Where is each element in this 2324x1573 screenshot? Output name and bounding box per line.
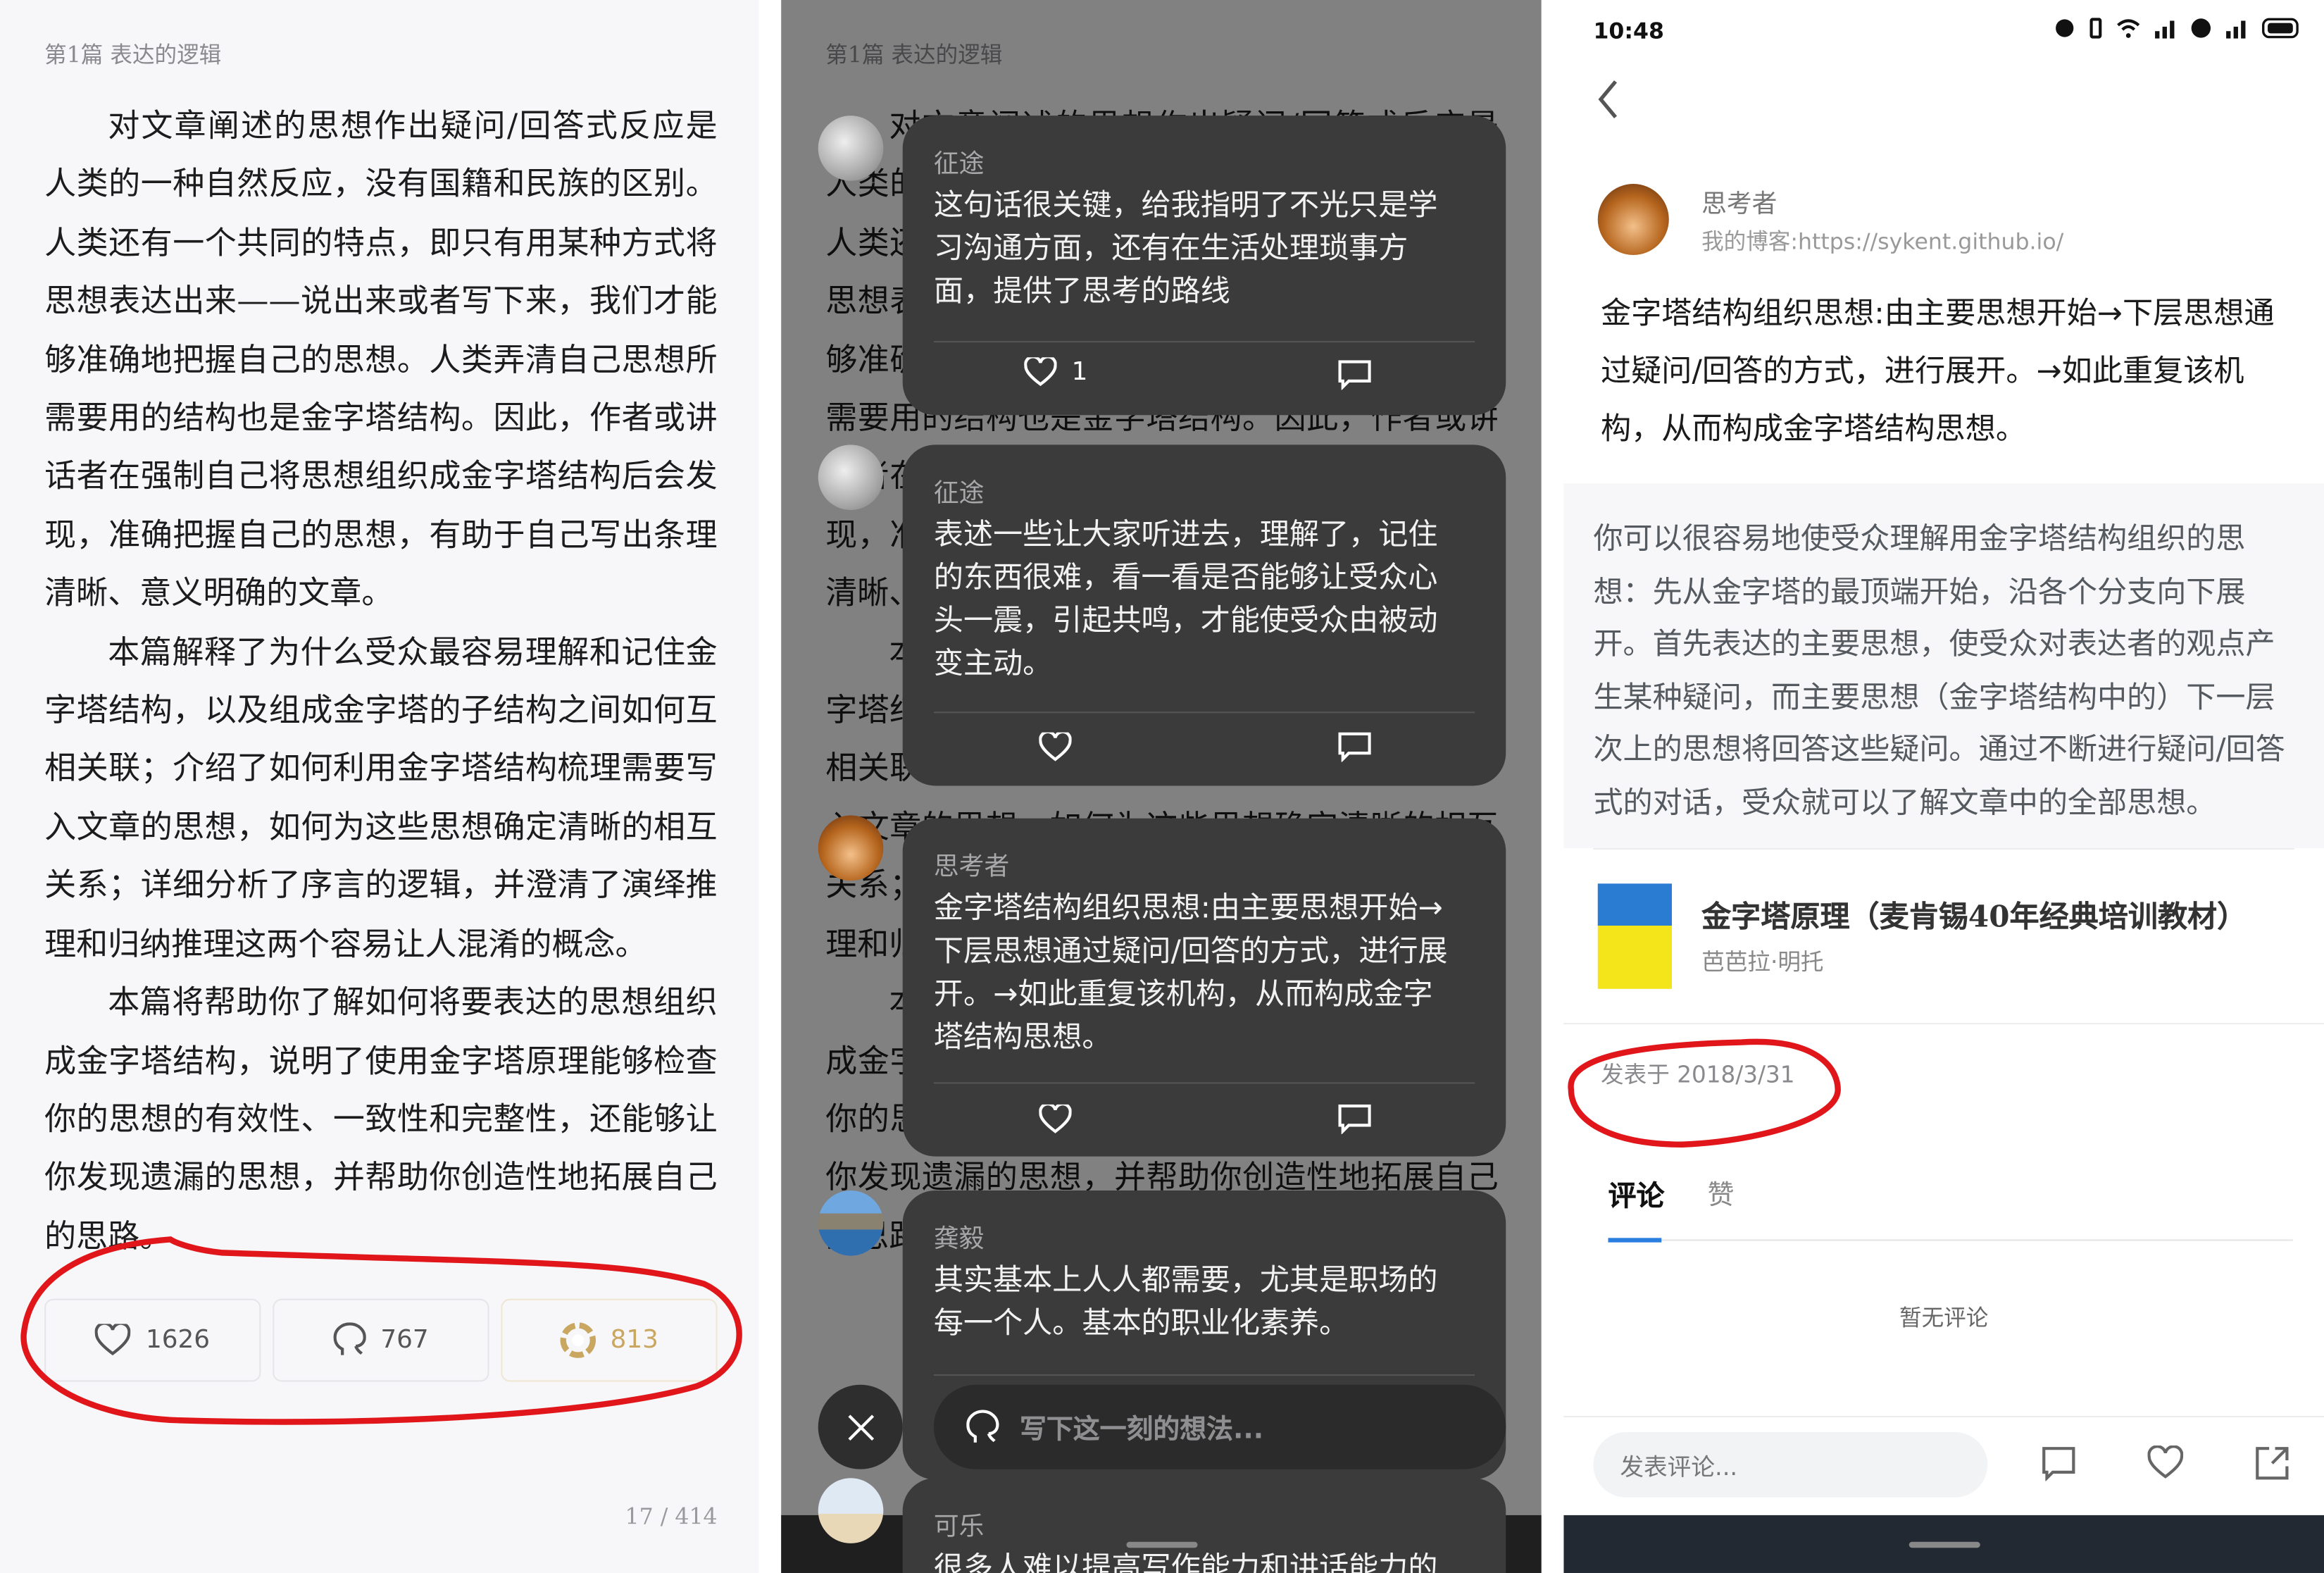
divider xyxy=(1593,847,2294,850)
action-bar: 1626 767 813 xyxy=(44,1298,718,1382)
share-button[interactable]: 813 xyxy=(501,1298,718,1382)
comment-icon[interactable] xyxy=(1338,732,1371,762)
avatar[interactable] xyxy=(818,815,884,881)
quote-text: 你可以很容易地使受众理解用金字塔结构组织的思想：先从金字塔的最顶端开始，沿各个分… xyxy=(1593,520,2285,819)
gesture-area xyxy=(781,1515,1542,1573)
avatar[interactable] xyxy=(818,444,884,510)
thought-input-placeholder: 写下这一刻的想法... xyxy=(1019,1413,1264,1445)
close-icon xyxy=(847,1414,874,1441)
quoted-passage[interactable]: 你可以很容易地使受众理解用金字塔结构组织的思想：先从金字塔的最顶端开始，沿各个分… xyxy=(1563,483,2324,848)
comment-count: 767 xyxy=(380,1325,429,1355)
heart-icon[interactable] xyxy=(2147,1445,2184,1481)
share-count: 813 xyxy=(610,1325,658,1355)
close-button[interactable] xyxy=(818,1384,903,1469)
user-name[interactable]: 龚毅 xyxy=(934,1217,985,1254)
divider xyxy=(933,1374,1475,1376)
active-tab-indicator xyxy=(1608,1238,1662,1243)
share-icon[interactable] xyxy=(2254,1445,2290,1481)
home-handle[interactable] xyxy=(1125,1541,1197,1548)
thought-bubble-icon xyxy=(333,1322,366,1355)
heart-icon[interactable] xyxy=(1039,1104,1072,1134)
navigation-bar xyxy=(1563,1515,2324,1573)
author-blog: 我的博客:https://sykent.github.io/ xyxy=(1701,228,2064,255)
thought-bubble-icon xyxy=(966,1409,999,1442)
thought-text: 其实基本上人人都需要，尤其是职场的每一个人。基本的职业化素养。 xyxy=(933,1262,1438,1341)
thought-card: 思考者 金字塔结构组织思想:由主要思想开始→下层思想通过疑问/回答的方式，进行展… xyxy=(902,818,1506,1157)
thought-card: 征途 表述一些让大家听进去，理解了，记住的东西很难，看一看是否能够让受众心头一震… xyxy=(902,444,1506,786)
book-title[interactable]: 金字塔原理（麦肯锡40年经典培训教材） xyxy=(1701,893,2247,935)
heart-icon xyxy=(95,1324,131,1356)
page-indicator: 17 / 414 xyxy=(625,1503,718,1530)
thoughts-panel: 第1篇 表达的逻辑 对文章阐述的思想作出疑问/回答式反应是人类的一种自然反应，没… xyxy=(781,0,1542,1573)
book-author: 芭芭拉·明托 xyxy=(1701,948,1824,976)
aperture-icon xyxy=(560,1322,596,1358)
like-count: 1626 xyxy=(146,1325,211,1355)
avatar[interactable] xyxy=(818,116,884,181)
paragraph[interactable]: 对文章阐述的思想作出疑问/回答式反应是人类的一种自然反应，没有国籍和民族的区别。… xyxy=(44,98,717,623)
empty-comments: 暂无评论 xyxy=(1899,1305,1989,1331)
article-text: 对文章阐述的思想作出疑问/回答式反应是人类的一种自然反应，没有国籍和民族的区别。… xyxy=(44,98,717,1267)
4g-signal-icon xyxy=(2155,20,2175,39)
tab-likes[interactable]: 赞 xyxy=(1707,1174,1734,1213)
wifi-icon xyxy=(2117,19,2140,38)
reader-panel: 第1篇 表达的逻辑 对文章阐述的思想作出疑问/回答式反应是人类的一种自然反应，没… xyxy=(0,0,759,1573)
comment-input[interactable]: 发表评论... xyxy=(1593,1432,1988,1498)
chapter-title: 第1篇 表达的逻辑 xyxy=(44,41,222,68)
thought-text: 这句话很关键，给我指明了不光只是学习沟通方面，还有在生活处理琐事方面，提供了思考… xyxy=(933,187,1438,309)
avatar[interactable] xyxy=(818,1190,884,1256)
comment-icon[interactable] xyxy=(2041,1445,2077,1481)
comment-icon[interactable] xyxy=(1338,360,1371,390)
divider xyxy=(1563,1415,2324,1417)
tab-comments[interactable]: 评论 xyxy=(1608,1174,1664,1214)
alarm-icon xyxy=(2056,19,2074,37)
user-name[interactable]: 征途 xyxy=(934,142,985,180)
battery-icon xyxy=(2262,18,2299,39)
thought-detail-panel: 10:48 思考者 我的博客:https://sykent.github.io/… xyxy=(1563,0,2324,1573)
thought-card: 征途 这句话很关键，给我指明了不光只是学习沟通方面，还有在生活处理琐事方面，提供… xyxy=(902,116,1506,416)
vibrate-icon xyxy=(2089,18,2102,39)
thought-input[interactable]: 写下这一刻的想法... xyxy=(933,1384,1506,1469)
divider xyxy=(933,1082,1475,1084)
heart-icon xyxy=(1024,357,1057,387)
tab-divider xyxy=(1608,1239,2293,1241)
comment-button[interactable]: 767 xyxy=(273,1298,489,1382)
comment-input-placeholder: 发表评论... xyxy=(1620,1453,1738,1481)
4g-signal-icon xyxy=(2226,20,2246,39)
status-icons xyxy=(2054,18,2300,39)
divider xyxy=(933,341,1475,343)
author-avatar[interactable] xyxy=(1597,183,1669,255)
thought-text: 表述一些让大家听进去，理解了，记住的东西很难，看一看是否能够让受众心头一震，引起… xyxy=(933,516,1438,681)
thought-text: 金字塔结构组织思想:由主要思想开始→下层思想通过疑问/回答的方式，进行展开。→如… xyxy=(933,889,1448,1055)
publish-date: 发表于 2018/3/31 xyxy=(1600,1061,1795,1088)
home-handle[interactable] xyxy=(1908,1541,1980,1548)
comment-icon[interactable] xyxy=(1338,1104,1371,1135)
like-button[interactable]: 1 xyxy=(1024,357,1087,387)
user-name[interactable]: 征途 xyxy=(934,471,985,509)
like-count: 1 xyxy=(1071,357,1088,387)
status-time: 10:48 xyxy=(1593,18,1664,45)
divider xyxy=(1563,1023,2324,1025)
back-chevron-icon[interactable] xyxy=(1593,77,1623,121)
like-button[interactable]: 1626 xyxy=(44,1298,261,1382)
heart-icon[interactable] xyxy=(1039,732,1072,762)
paragraph[interactable]: 本篇解释了为什么受众最容易理解和记住金字塔结构，以及组成金字塔的子结构之间如何互… xyxy=(44,623,717,974)
thought-text: 金字塔结构组织思想:由主要思想开始→下层思想通过疑问/回答的方式，进行展开。→如… xyxy=(1600,294,2275,447)
divider xyxy=(933,711,1475,714)
author-name[interactable]: 思考者 xyxy=(1701,182,1777,219)
paragraph[interactable]: 本篇将帮助你了解如何将要表达的思想组织成金字塔结构，说明了使用金字塔原理能够检查… xyxy=(44,974,717,1267)
hd-icon xyxy=(2191,18,2211,38)
user-name[interactable]: 思考者 xyxy=(934,845,1009,882)
book-cover[interactable] xyxy=(1597,883,1672,989)
